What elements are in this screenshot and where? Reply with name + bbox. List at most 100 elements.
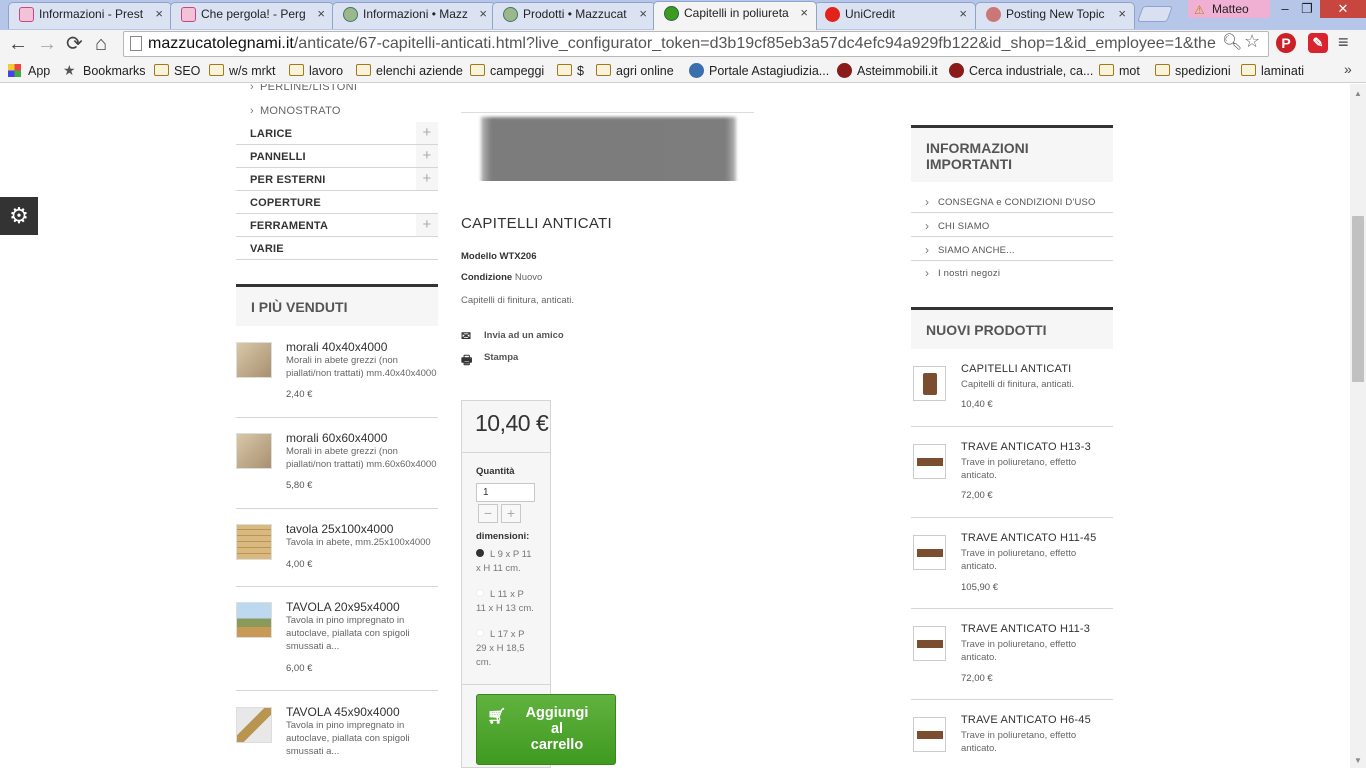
bookmark-w-s-mrkt[interactable]: w/s mrkt	[209, 62, 276, 80]
expand-icon[interactable]: +	[416, 145, 438, 167]
info-link-chi-siamo[interactable]: CHI SIAMO	[911, 214, 1113, 237]
bestseller-item[interactable]: TAVOLA 20x95x4000 Tavola in pino impregn…	[236, 594, 438, 691]
close-tab-icon[interactable]: ×	[639, 3, 647, 25]
scroll-up-arrow-icon[interactable]: ▲	[1354, 89, 1362, 98]
maximize-button[interactable]: ❐	[1296, 0, 1318, 18]
bestseller-item[interactable]: morali 60x60x4000 Morali in abete grezzi…	[236, 425, 438, 509]
tab-prodotti-mazzucat[interactable]: Prodotti • Mazzucat ×	[492, 2, 656, 29]
minimize-button[interactable]: ‒	[1274, 0, 1296, 18]
bookmark-spedizioni[interactable]: spedizioni	[1155, 62, 1231, 80]
product-thumbnail[interactable]	[913, 535, 946, 570]
product-thumbnail[interactable]	[913, 626, 946, 661]
product-thumbnail[interactable]	[236, 602, 272, 638]
tab-informazioni-prest[interactable]: Informazioni - Prest ×	[8, 2, 172, 29]
tab-unicredit[interactable]: UniCredit ×	[814, 2, 976, 29]
info-link-consegna[interactable]: CONSEGNA e CONDIZIONI D'USO	[911, 190, 1113, 213]
close-tab-icon[interactable]: ×	[155, 3, 163, 25]
bookmark-mot[interactable]: mot	[1099, 62, 1140, 80]
expand-icon[interactable]: +	[416, 214, 438, 236]
settings-gear-icon[interactable]: ⚙	[0, 197, 38, 235]
category-varie[interactable]: VARIE	[236, 237, 438, 260]
category-pannelli[interactable]: PANNELLI +	[236, 145, 438, 168]
address-bar[interactable]: mazzucatolegnami.it/anticate/67-capitell…	[123, 31, 1269, 57]
product-thumbnail[interactable]	[913, 717, 946, 752]
product-thumbnail[interactable]	[236, 433, 272, 469]
bookmark-bookmarks[interactable]: ★ Bookmarks	[63, 62, 146, 80]
quantity-increase-button[interactable]: +	[501, 504, 521, 523]
forward-button[interactable]: →	[37, 32, 57, 56]
tab-che-pergola[interactable]: Che pergola! - Perg ×	[170, 2, 334, 29]
reload-button[interactable]: ⟳	[66, 32, 83, 56]
scrollbar-thumb[interactable]	[1352, 216, 1364, 382]
print-link[interactable]: 🖶 Stampa	[461, 352, 518, 367]
category-larice[interactable]: LARICE +	[236, 122, 438, 145]
product-name[interactable]: morali 60x60x4000	[286, 431, 387, 445]
new-product-item[interactable]: TRAVE ANTICATO H6-45 Trave in poliuretan…	[911, 703, 1113, 768]
subcategory-perline-listoni[interactable]: PERLINE/LISTONI	[250, 84, 357, 94]
product-name[interactable]: TAVOLA 20x95x4000	[286, 600, 400, 614]
dimension-option[interactable]: L 11 x P 11 x H 13 cm.	[476, 588, 536, 616]
back-button[interactable]: ←	[8, 32, 28, 56]
red-extension-icon[interactable]: ✎	[1308, 33, 1328, 53]
bookmark-[interactable]: $	[557, 62, 584, 80]
tab-capitelli-active[interactable]: Capitelli in poliureta ×	[653, 1, 817, 30]
product-thumbnail[interactable]	[236, 707, 272, 743]
close-window-button[interactable]: ✕	[1320, 0, 1366, 18]
expand-icon[interactable]: +	[416, 168, 438, 190]
product-name[interactable]: TRAVE ANTICATO H13-3	[961, 441, 1091, 453]
close-tab-icon[interactable]: ×	[317, 3, 325, 25]
product-name[interactable]: TRAVE ANTICATO H11-45	[961, 532, 1096, 544]
new-product-item[interactable]: TRAVE ANTICATO H13-3 Trave in poliuretan…	[911, 430, 1113, 518]
close-tab-icon[interactable]: ×	[800, 2, 808, 24]
product-name[interactable]: TRAVE ANTICATO H11-3	[961, 623, 1090, 635]
bookmark-portale-astagiudizia[interactable]: Portale Astagiudizia...	[689, 62, 829, 80]
product-name[interactable]: morali 40x40x4000	[286, 340, 387, 354]
bestseller-item[interactable]: TAVOLA 45x90x4000 Tavola in pino impregn…	[236, 699, 438, 768]
quantity-decrease-button[interactable]: −	[478, 504, 498, 523]
product-image[interactable]	[461, 112, 754, 181]
profile-button[interactable]: ⚠ Matteo	[1188, 0, 1270, 18]
scroll-down-arrow-icon[interactable]: ▼	[1354, 756, 1362, 765]
category-coperture[interactable]: COPERTURE	[236, 191, 438, 214]
radio-unselected[interactable]	[476, 629, 484, 637]
dimension-option[interactable]: L 17 x P 29 x H 18,5 cm.	[476, 628, 536, 670]
bookmark-elenchi-aziende[interactable]: elenchi aziende	[356, 62, 463, 80]
product-thumbnail[interactable]	[236, 342, 272, 378]
subcategory-monostrato[interactable]: MONOSTRATO	[250, 105, 341, 117]
bestseller-item[interactable]: tavola 25x100x4000 Tavola in abete, mm.2…	[236, 516, 438, 587]
new-product-item[interactable]: TRAVE ANTICATO H11-45 Trave in poliureta…	[911, 521, 1113, 609]
bookmark-app[interactable]: App	[8, 62, 50, 80]
product-thumbnail[interactable]	[236, 524, 272, 560]
bookmark-lavoro[interactable]: lavoro	[289, 62, 343, 80]
bookmark-agri-online[interactable]: agri online	[596, 62, 674, 80]
bookmark-asteimmobili-it[interactable]: Asteimmobili.it	[837, 62, 938, 80]
product-name[interactable]: tavola 25x100x4000	[286, 522, 393, 536]
new-product-item[interactable]: CAPITELLI ANTICATI Capitelli di finitura…	[911, 352, 1113, 427]
product-name[interactable]: CAPITELLI ANTICATI	[961, 363, 1071, 375]
add-to-cart-button[interactable]: 🛒︎ Aggiungi al carrello	[476, 694, 616, 765]
close-tab-icon[interactable]: ×	[1118, 3, 1126, 25]
new-product-item[interactable]: TRAVE ANTICATO H11-3 Trave in poliuretan…	[911, 612, 1113, 700]
search-icon[interactable]: 🔍︎	[1222, 32, 1242, 52]
bookmark-campeggi[interactable]: campeggi	[470, 62, 544, 80]
home-button[interactable]: ⌂	[95, 32, 107, 56]
category-ferramenta[interactable]: FERRAMENTA +	[236, 214, 438, 237]
close-tab-icon[interactable]: ×	[479, 3, 487, 25]
info-link-siamo-anche[interactable]: SIAMO ANCHE...	[911, 238, 1113, 261]
product-name[interactable]: TRAVE ANTICATO H6-45	[961, 714, 1091, 726]
chrome-menu-icon[interactable]: ≡	[1338, 32, 1349, 53]
new-tab-button[interactable]	[1137, 6, 1173, 22]
info-link-nostri-negozi[interactable]: I nostri negozi	[911, 261, 1113, 284]
bookmarks-overflow-button[interactable]: »	[1344, 61, 1352, 77]
bookmark-cerca-industriale-ca[interactable]: Cerca industriale, ca...	[949, 62, 1093, 80]
category-per-esterni[interactable]: PER ESTERNI +	[236, 168, 438, 191]
page-scrollbar[interactable]	[1350, 84, 1366, 768]
pinterest-extension-icon[interactable]: P	[1276, 33, 1296, 53]
product-thumbnail[interactable]	[913, 444, 946, 479]
product-name[interactable]: TAVOLA 45x90x4000	[286, 705, 400, 719]
bestseller-item[interactable]: morali 40x40x4000 Morali in abete grezzi…	[236, 334, 438, 418]
quantity-input[interactable]: 1	[476, 483, 535, 502]
expand-icon[interactable]: +	[416, 122, 438, 144]
radio-selected[interactable]	[476, 549, 484, 557]
bookmark-star-icon[interactable]: ☆	[1244, 31, 1260, 52]
